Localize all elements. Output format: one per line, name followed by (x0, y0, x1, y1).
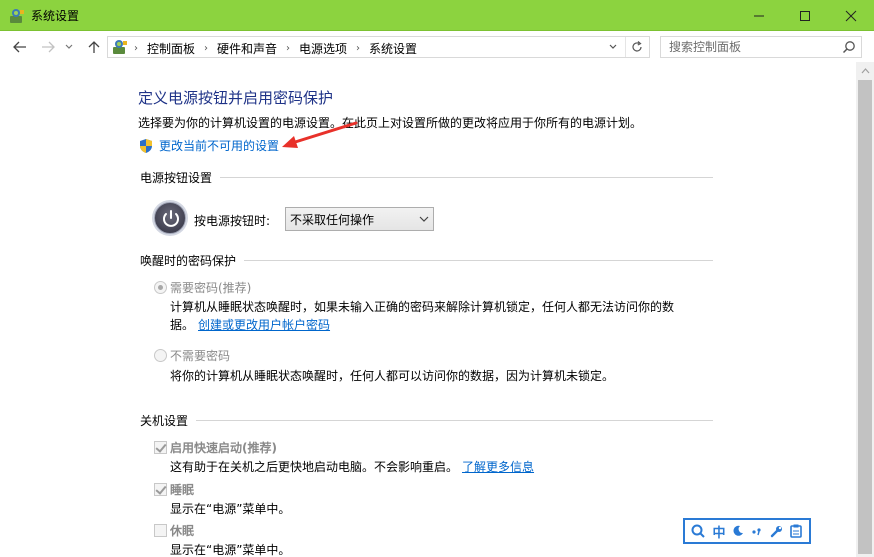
clipboard-icon (790, 524, 803, 538)
vertical-scrollbar[interactable] (856, 62, 874, 557)
ime-settings-button[interactable] (770, 525, 783, 538)
chevron-down-icon (65, 44, 73, 49)
ime-punctuation-toggle[interactable] (751, 525, 763, 537)
hibernate-checkbox[interactable] (154, 524, 167, 537)
back-button[interactable] (10, 37, 30, 57)
breadcrumb-item[interactable]: 硬件和声音 (217, 40, 277, 57)
punctuation-icon (752, 528, 762, 536)
breadcrumb-item[interactable]: 控制面板 (147, 40, 195, 57)
power-button-action-select[interactable]: 不采取任何操作 (285, 207, 434, 231)
shutdown-section-header: 关机设置 (140, 412, 713, 429)
annotation-arrow-icon (282, 121, 358, 148)
navigation-bar: › 控制面板 › 硬件和声音 › 电源选项 › 系统设置 (0, 31, 874, 62)
minimize-icon (754, 15, 764, 16)
close-button[interactable] (828, 0, 874, 31)
create-password-link[interactable]: 创建或更改用户帐户密码 (198, 318, 330, 332)
moon-icon (733, 525, 744, 536)
minimize-button[interactable] (736, 0, 782, 31)
search-input[interactable] (661, 37, 836, 57)
power-button-label: 按电源按钮时: (194, 214, 271, 228)
chevron-right-icon[interactable]: › (286, 43, 290, 54)
search-box[interactable] (660, 36, 862, 58)
search-icon (691, 524, 706, 538)
require-password-radio[interactable] (154, 281, 167, 294)
search-icon[interactable] (842, 40, 856, 54)
change-settings-link-label[interactable]: 更改当前不可用的设置 (159, 137, 279, 154)
description-text: 据。 (170, 318, 195, 332)
arrow-left-icon (13, 41, 26, 53)
up-button[interactable] (84, 37, 104, 57)
address-dropdown-button[interactable] (605, 39, 621, 55)
power-symbol-icon (163, 210, 179, 227)
scroll-up-button[interactable] (856, 62, 874, 79)
chevron-down-icon (609, 44, 617, 49)
learn-more-link[interactable]: 了解更多信息 (462, 460, 534, 474)
sleep-description: 显示在“电源”菜单中。 (170, 502, 291, 516)
uac-shield-icon (140, 138, 152, 153)
arrow-right-icon (42, 41, 55, 53)
ime-toolbar[interactable]: 中 (683, 518, 811, 544)
section-title: 关机设置 (140, 414, 189, 428)
page-title: 定义电源按钮并启用密码保护 (138, 89, 334, 107)
chevron-right-icon[interactable]: › (356, 43, 360, 54)
change-settings-link[interactable]: 更改当前不可用的设置 (138, 137, 279, 154)
sleep-checkbox[interactable] (154, 483, 167, 496)
maximize-button[interactable] (782, 0, 828, 31)
fast-startup-label: 启用快速启动(推荐) (170, 441, 277, 455)
breadcrumb-item[interactable]: 电源选项 (299, 40, 347, 57)
page-description: 选择要为你的计算机设置的电源设置。在此页上对设置所做的更改将应用于你所有的电源计… (138, 116, 643, 130)
section-title: 唤醒时的密码保护 (140, 254, 237, 268)
breadcrumb-item[interactable]: 系统设置 (369, 40, 417, 57)
main-content: 定义电源按钮并启用密码保护 选择要为你的计算机设置的电源设置。在此页上对设置所做… (0, 62, 856, 557)
ime-search-icon[interactable] (691, 524, 706, 538)
ime-clipboard-button[interactable] (790, 524, 803, 538)
arrow-up-icon (88, 41, 100, 53)
power-button-section-header: 电源按钮设置 (140, 169, 713, 186)
scrollbar-thumb[interactable] (858, 80, 872, 554)
select-value: 不采取任何操作 (290, 212, 375, 227)
address-bar[interactable]: › 控制面板 › 硬件和声音 › 电源选项 › 系统设置 (107, 36, 650, 58)
ime-language-toggle[interactable]: 中 (712, 522, 725, 541)
wrench-icon (771, 525, 783, 537)
no-password-description: 将你的计算机从睡眠状态唤醒时，任何人都可以访问你的数据，因为计算机未锁定。 (170, 369, 615, 383)
maximize-icon (800, 10, 810, 21)
refresh-button[interactable] (625, 37, 647, 57)
title-bar[interactable]: 系统设置 (0, 0, 874, 31)
control-panel-icon (10, 9, 24, 23)
password-section-header: 唤醒时的密码保护 (140, 252, 713, 269)
recent-locations-button[interactable] (62, 37, 76, 57)
chevron-right-icon: › (134, 43, 138, 54)
no-password-label: 不需要密码 (170, 349, 231, 363)
section-divider (220, 177, 713, 178)
breadcrumb: › 控制面板 › 硬件和声音 › 电源选项 › 系统设置 (134, 40, 417, 57)
section-divider (244, 260, 713, 261)
chevron-right-icon[interactable]: › (204, 43, 208, 54)
control-panel-icon (113, 40, 127, 54)
section-title: 电源按钮设置 (140, 171, 213, 185)
close-icon (845, 10, 857, 21)
hibernate-label: 休眠 (170, 524, 195, 538)
window-title: 系统设置 (31, 9, 80, 23)
refresh-icon (631, 41, 642, 52)
power-icon (154, 202, 186, 234)
hibernate-description: 显示在“电源”菜单中。 (170, 543, 291, 557)
no-password-radio[interactable] (154, 349, 167, 362)
section-divider (196, 420, 713, 421)
fast-startup-description: 这有助于在关机之后更快地启动电脑。不会影响重启。 了解更多信息 (170, 458, 534, 475)
ime-halfwidth-toggle[interactable] (732, 525, 744, 537)
require-password-label: 需要密码(推荐) (170, 281, 252, 295)
description-text: 这有助于在关机之后更快地启动电脑。不会影响重启。 (170, 460, 459, 474)
chevron-down-icon (419, 216, 429, 222)
sleep-label: 睡眠 (170, 483, 195, 497)
require-password-description-line2: 据。 创建或更改用户帐户密码 (170, 316, 330, 333)
fast-startup-checkbox[interactable] (154, 441, 167, 454)
chevron-up-icon (861, 67, 869, 73)
forward-button[interactable] (38, 37, 58, 57)
require-password-description: 计算机从睡眠状态唤醒时，如果未输入正确的密码来解除计算机锁定，任何人都无法访问你… (170, 300, 675, 314)
